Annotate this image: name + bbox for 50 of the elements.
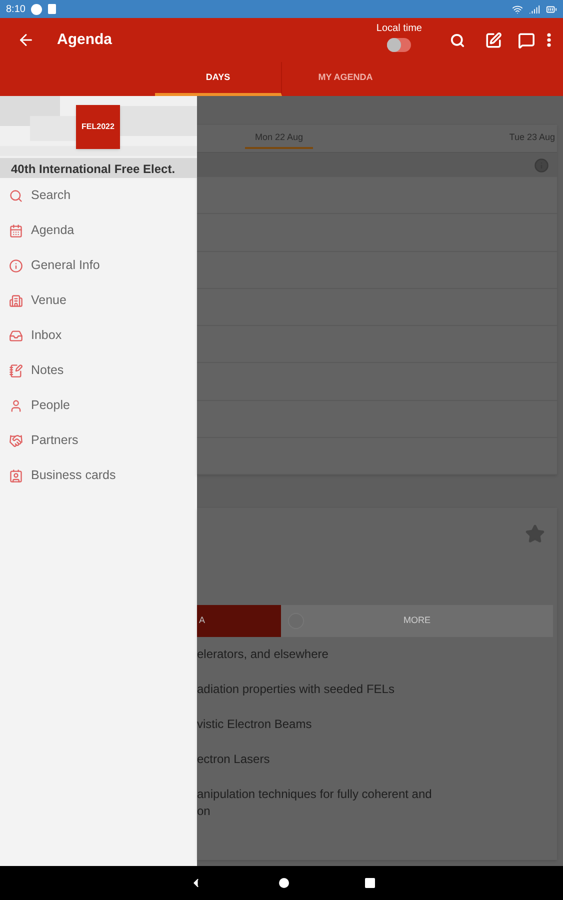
local-time-label: Local time (376, 22, 422, 36)
search-icon (450, 32, 465, 48)
edit-button[interactable] (485, 32, 502, 48)
notification-icon (31, 4, 42, 14)
drawer-item[interactable]: Notes (0, 353, 197, 388)
drawer-item[interactable]: People (0, 388, 197, 423)
search-icon (9, 188, 23, 202)
sd-card-icon (48, 4, 56, 14)
logo: FEL2022 (76, 105, 120, 149)
more-icon (547, 33, 551, 47)
agenda-icon (9, 224, 23, 238)
battery-icon (546, 4, 557, 14)
more-button[interactable] (547, 33, 551, 47)
segment-tab[interactable]: MORE (281, 605, 553, 637)
drawer-title: 40th International Free Elect. (11, 161, 176, 178)
venue-icon (9, 294, 23, 308)
talk-title: anipulation techniques for fully coherent and on (197, 786, 433, 820)
talk-title: ectron Lasers (197, 751, 271, 768)
chat-button[interactable] (518, 32, 535, 48)
drawer-item[interactable]: Inbox (0, 318, 197, 353)
recents-nav-icon[interactable] (364, 878, 374, 888)
favorite-star-icon[interactable] (525, 524, 545, 544)
segment-tab[interactable]: A (197, 605, 281, 637)
cards-icon (9, 468, 23, 482)
talk-title: elerators, and elsewhere (197, 646, 330, 663)
info-icon (9, 258, 23, 272)
talk-title: vistic Electron Beams (197, 716, 313, 733)
status-time: 8:10 (6, 2, 26, 16)
search-button[interactable] (450, 32, 465, 48)
drawer-item[interactable]: Agenda (0, 213, 197, 248)
partners-icon (9, 434, 23, 448)
drawer-item[interactable]: General Info (0, 248, 197, 283)
drawer-item[interactable]: Business cards (0, 458, 197, 493)
chat-icon (518, 32, 535, 48)
info-icon (534, 158, 549, 172)
edit-icon (485, 32, 502, 48)
drawer-item[interactable]: Search (0, 178, 197, 213)
back-button[interactable] (17, 31, 35, 49)
notes-icon (9, 364, 23, 378)
inbox-icon (9, 328, 23, 342)
people-icon (9, 398, 23, 412)
drawer-item[interactable]: Partners (0, 423, 197, 458)
signal-icon (529, 4, 540, 14)
talk-title: adiation properties with seeded FELs (197, 681, 396, 698)
local-time-switch[interactable] (387, 38, 412, 52)
tab[interactable]: MY AGENDA (282, 62, 409, 96)
wifi-icon (512, 4, 523, 14)
home-nav-icon[interactable] (278, 878, 288, 888)
app-bar-title: Agenda (57, 30, 112, 50)
drawer-item[interactable]: Venue (0, 283, 197, 318)
